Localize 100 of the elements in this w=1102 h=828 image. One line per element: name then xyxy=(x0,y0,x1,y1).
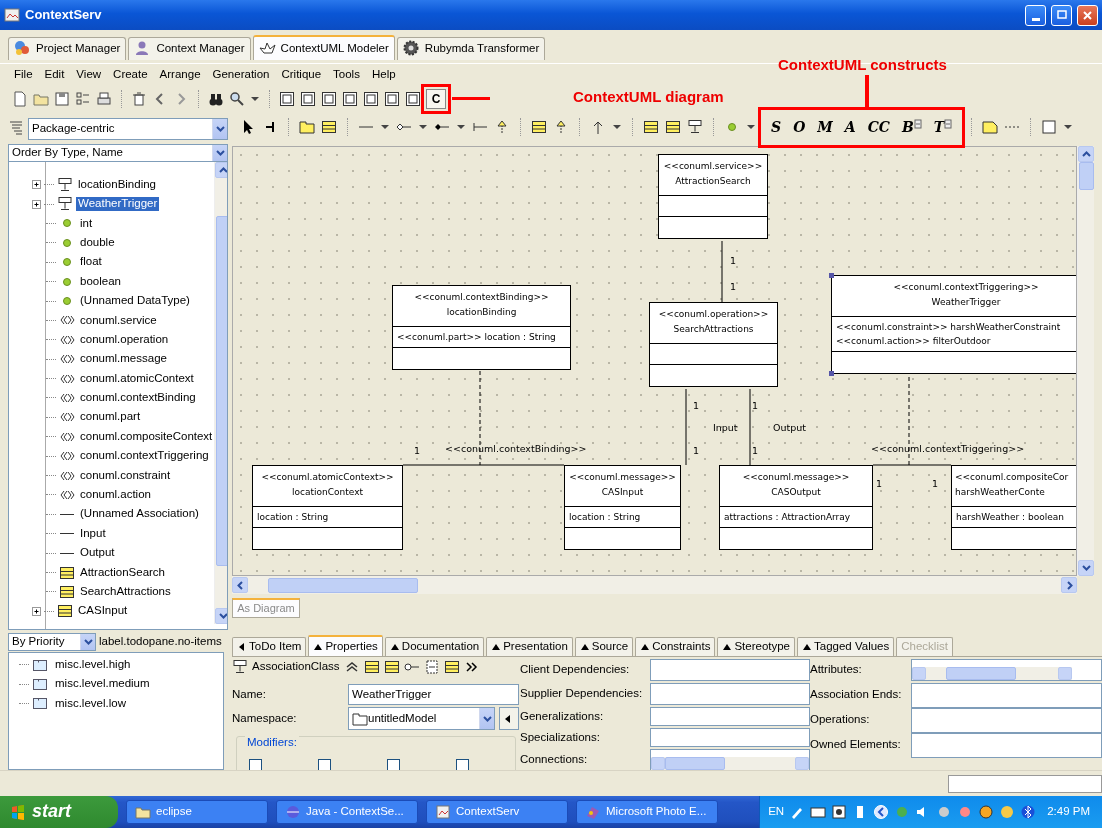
tree-item[interactable]: (Unnamed DataType) xyxy=(78,294,192,308)
menu-item[interactable]: Arrange xyxy=(153,67,207,82)
diagram-tab[interactable]: As Diagram xyxy=(232,598,300,618)
tree-item[interactable]: conuml.contextTriggering xyxy=(78,449,211,464)
tree-item[interactable]: conuml.service xyxy=(78,313,159,328)
caret-icon[interactable] xyxy=(418,123,428,131)
navigate-button[interactable] xyxy=(499,707,519,730)
tree-item[interactable]: float xyxy=(78,255,104,270)
help-icon[interactable] xyxy=(831,804,848,820)
caret-icon[interactable] xyxy=(746,123,756,131)
tree-item[interactable]: int xyxy=(78,216,95,231)
construct-tool[interactable]: CC xyxy=(864,118,893,136)
class-box[interactable]: <<conuml.message>> CASInput location : String xyxy=(564,465,681,550)
list-field[interactable] xyxy=(911,707,1102,733)
list-field[interactable] xyxy=(650,659,810,681)
menu-item[interactable]: Edit xyxy=(38,67,71,82)
menu-item[interactable]: Create xyxy=(107,67,154,82)
back-icon[interactable] xyxy=(873,804,890,820)
perspective-dropdown[interactable]: Package-centric xyxy=(28,118,228,140)
diagram-button[interactable]: C xyxy=(426,89,446,109)
checkbox[interactable] xyxy=(387,758,400,770)
menu-item[interactable]: File xyxy=(8,67,39,82)
app-tab[interactable]: ContextUML Modeler xyxy=(252,35,395,60)
caret-icon[interactable] xyxy=(1063,123,1074,131)
open-folder-icon[interactable] xyxy=(33,91,49,107)
detail-tab[interactable]: Presentation xyxy=(486,637,573,656)
interface-icon[interactable] xyxy=(553,119,569,135)
taskbar-button[interactable]: eclipse xyxy=(126,800,268,824)
name-field[interactable]: WeatherTrigger xyxy=(348,684,519,705)
tree-item[interactable]: Input xyxy=(78,526,108,541)
list-field[interactable] xyxy=(911,682,1102,708)
order-dropdown[interactable]: Order By Type, Name xyxy=(8,144,228,162)
app-tab[interactable]: Project Manager xyxy=(8,37,127,60)
class-icon[interactable] xyxy=(363,659,380,675)
construct-tool[interactable]: M xyxy=(814,118,836,136)
actor-diagram-icon[interactable] xyxy=(279,91,295,107)
class-icon[interactable] xyxy=(531,119,547,135)
generalization-icon[interactable] xyxy=(494,119,510,135)
start-button[interactable]: start xyxy=(0,796,118,828)
sequence-diagram-icon[interactable] xyxy=(342,91,358,107)
horizontal-scrollbar[interactable] xyxy=(651,757,809,770)
scrollbar-thumb[interactable] xyxy=(1078,162,1094,190)
tree-item[interactable]: conuml.compositeContext xyxy=(78,429,215,444)
maximize-button[interactable] xyxy=(1051,4,1072,26)
expand-icon[interactable] xyxy=(32,606,41,616)
priority-dropdown[interactable]: By Priority xyxy=(8,633,96,651)
expand-icon[interactable] xyxy=(32,199,41,209)
close-button[interactable] xyxy=(1077,4,1098,26)
class-icon[interactable] xyxy=(665,119,681,135)
checkbox[interactable] xyxy=(318,758,331,770)
tree-item[interactable]: WeatherTrigger xyxy=(76,197,160,211)
minimize-button[interactable] xyxy=(1025,4,1046,26)
note-icon[interactable] xyxy=(982,119,999,135)
list-field[interactable] xyxy=(650,683,810,705)
globe-icon[interactable] xyxy=(978,804,995,820)
keyboard-icon[interactable] xyxy=(810,804,827,820)
caret-icon[interactable] xyxy=(250,95,260,103)
todo-item[interactable]: misc.level.low xyxy=(53,696,128,711)
taskbar-button[interactable]: Microsoft Photo E... xyxy=(576,800,718,824)
horizontal-scrollbar[interactable] xyxy=(232,576,1077,594)
component-diagram-icon[interactable] xyxy=(321,91,337,107)
construct-tool[interactable]: T xyxy=(930,118,956,136)
list-field[interactable] xyxy=(650,749,810,770)
detail-tab[interactable]: Documentation xyxy=(384,637,485,656)
state-diagram-icon[interactable] xyxy=(363,91,379,107)
zoom-icon[interactable] xyxy=(229,91,245,107)
tree-item[interactable]: conuml.constraint xyxy=(78,468,173,483)
checkbox[interactable] xyxy=(249,758,262,770)
tree-item[interactable]: CASInput xyxy=(76,604,130,619)
menu-item[interactable]: View xyxy=(70,67,108,82)
tree-item[interactable]: conuml.atomicContext xyxy=(78,371,196,386)
class-box[interactable]: <<conuml.service>> AttractionSearch xyxy=(658,154,768,239)
package-icon[interactable] xyxy=(299,119,315,135)
construct-tool[interactable]: S xyxy=(768,118,785,136)
menu-item[interactable]: Critique xyxy=(275,67,328,82)
vertical-scrollbar[interactable] xyxy=(214,162,227,624)
tree-item[interactable]: (Unnamed Association) xyxy=(78,507,201,522)
tree-item[interactable]: AttractionSearch xyxy=(78,565,167,580)
class-icon[interactable] xyxy=(321,119,337,135)
detail-tab[interactable]: ToDo Item xyxy=(232,637,307,656)
class-box[interactable]: <<conuml.contextBinding>> locationBinding <<conuml.part>> location : String xyxy=(392,285,571,370)
rectangle-icon[interactable] xyxy=(1041,119,1058,135)
tree-item[interactable]: boolean xyxy=(78,274,123,289)
class-icon[interactable] xyxy=(643,119,659,135)
tree-item[interactable]: SearchAttractions xyxy=(78,585,173,599)
detail-tab[interactable]: Tagged Values xyxy=(797,637,895,656)
tree-item[interactable]: locationBinding xyxy=(76,177,158,192)
save-icon[interactable] xyxy=(54,91,70,107)
new-document-icon[interactable] xyxy=(12,91,28,107)
taskbar-button[interactable]: Java - ContextSe... xyxy=(276,800,418,824)
tree-item[interactable]: double xyxy=(78,235,117,250)
class-icon[interactable] xyxy=(383,659,400,675)
class-box[interactable]: <<conuml.message>> CASOutput attractions : AttractionArray xyxy=(719,465,873,550)
class-diagram-icon[interactable] xyxy=(300,91,316,107)
bluetooth-icon[interactable] xyxy=(1020,804,1037,820)
vertical-scrollbar[interactable] xyxy=(1077,146,1094,576)
list-field[interactable] xyxy=(650,707,810,726)
todo-item[interactable]: misc.level.high xyxy=(53,657,133,672)
caret-icon[interactable] xyxy=(612,123,622,131)
horizontal-scrollbar[interactable] xyxy=(912,667,1072,680)
